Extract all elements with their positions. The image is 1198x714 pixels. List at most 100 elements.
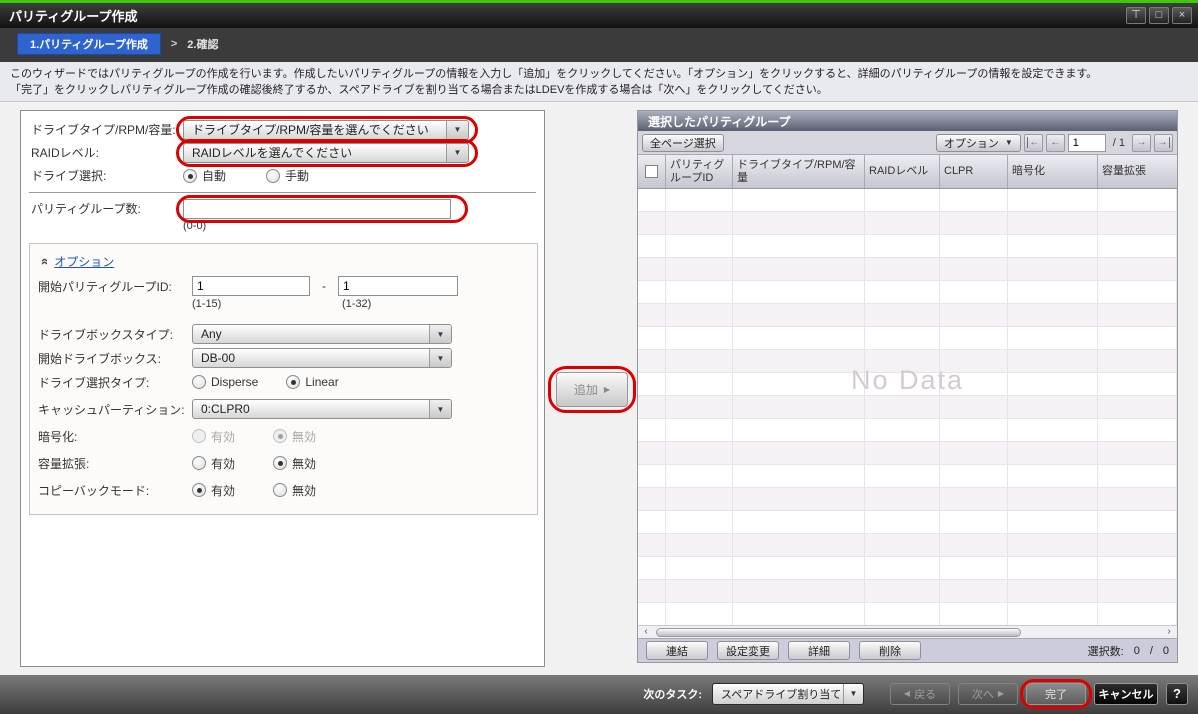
- scroll-right-icon[interactable]: ›: [1164, 627, 1174, 637]
- table-row: [638, 235, 1177, 258]
- column-header-drive-type[interactable]: ドライブタイプ/RPM/容量: [733, 155, 865, 188]
- table-row: [638, 212, 1177, 235]
- last-page-button[interactable]: →: [1154, 133, 1173, 152]
- parity-group-count-input[interactable]: [183, 198, 451, 219]
- table-row: [638, 327, 1177, 350]
- radio-icon: [192, 456, 206, 470]
- radio-selected-icon: [192, 483, 206, 497]
- radio-selected-icon: [273, 429, 288, 443]
- step-1-active: 1.パリティグループ作成: [17, 33, 161, 55]
- scrollbar-thumb[interactable]: [656, 627, 1022, 637]
- raid-level-select[interactable]: RAIDレベルを選んでください ▼: [183, 142, 469, 163]
- capacity-expansion-disable-radio[interactable]: 無効: [273, 455, 316, 472]
- first-page-button[interactable]: ←: [1023, 133, 1043, 152]
- cancel-button[interactable]: キャンセル: [1094, 682, 1158, 705]
- close-window-icon[interactable]: ×: [1172, 7, 1192, 24]
- range-separator: -: [322, 279, 326, 293]
- column-header-clpr[interactable]: CLPR: [940, 155, 1008, 188]
- back-button[interactable]: ◀ 戻る: [890, 682, 950, 705]
- scrollbar-track[interactable]: [654, 627, 1161, 637]
- drive-type-select[interactable]: ドライブタイプ/RPM/容量を選んでください ▼: [183, 119, 469, 140]
- table-body: No Data: [638, 189, 1177, 625]
- breadcrumb-separator: >: [170, 38, 178, 50]
- drive-box-type-select[interactable]: Any ▼: [192, 324, 452, 344]
- table-row: [638, 580, 1177, 603]
- chevron-down-icon[interactable]: ▼: [446, 143, 468, 162]
- next-button[interactable]: 次へ ▶: [958, 682, 1018, 705]
- title-bar: パリティグループ作成 ⊤ □ ×: [0, 3, 1198, 28]
- add-button[interactable]: 追加 ▶: [556, 372, 628, 407]
- back-arrow-icon: ◀: [903, 689, 911, 698]
- table-row: [638, 281, 1177, 304]
- start-drive-box-select[interactable]: DB-00 ▼: [192, 348, 452, 368]
- start-drive-box-label: 開始ドライブボックス:: [38, 351, 161, 366]
- table-row: [638, 603, 1177, 625]
- drive-selection-type-label: ドライブ選択タイプ:: [38, 375, 150, 390]
- help-button[interactable]: ?: [1166, 682, 1188, 705]
- maximize-window-icon[interactable]: □: [1149, 7, 1169, 24]
- wizard-steps-bar: 1.パリティグループ作成 > 2.確認: [0, 28, 1198, 62]
- radio-selected-icon: [183, 168, 197, 183]
- page-total-label: / 1: [1112, 136, 1125, 149]
- table-row: [638, 396, 1177, 419]
- rollup-window-icon[interactable]: ⊤: [1126, 7, 1146, 24]
- table-row: [638, 304, 1177, 327]
- wizard-content: ドライブタイプ/RPM/容量: ドライブタイプ/RPM/容量を選んでください ▼…: [0, 102, 1198, 675]
- radio-icon: [266, 168, 281, 183]
- next-page-button[interactable]: →: [1132, 133, 1151, 152]
- drive-selection-auto-radio[interactable]: 自動: [183, 167, 226, 184]
- delete-button[interactable]: 削除: [859, 641, 921, 660]
- cache-partition-select[interactable]: 0:CLPR0 ▼: [192, 399, 452, 419]
- parity-group-form-panel: ドライブタイプ/RPM/容量: ドライブタイプ/RPM/容量を選んでください ▼…: [20, 110, 545, 667]
- select-all-checkbox[interactable]: [645, 165, 658, 178]
- copy-back-mode-enable-radio[interactable]: 有効: [192, 482, 235, 499]
- options-toggle-link[interactable]: オプション: [54, 253, 114, 270]
- start-id-to-hint: (1-32): [342, 298, 372, 310]
- next-arrow-icon: ▶: [997, 689, 1005, 698]
- encryption-label: 暗号化:: [38, 429, 78, 444]
- radio-selected-icon: [273, 456, 288, 470]
- table-row: [638, 419, 1177, 442]
- wizard-description: このウィザードではパリティグループの作成を行います。作成したいパリティグループの…: [0, 62, 1198, 102]
- previous-page-button[interactable]: ←: [1045, 133, 1065, 152]
- change-settings-button[interactable]: 設定変更: [717, 641, 779, 660]
- drive-selection-type-disperse-radio[interactable]: Disperse: [192, 375, 258, 389]
- start-parity-group-id-to-input[interactable]: [338, 276, 458, 296]
- drive-selection-type-linear-radio[interactable]: Linear: [286, 375, 339, 389]
- detail-button[interactable]: 詳細: [788, 641, 850, 660]
- chevron-down-icon[interactable]: ▼: [429, 400, 451, 418]
- next-task-select[interactable]: スペアドライブ割り当て ▼: [712, 682, 864, 705]
- finish-button[interactable]: 完了: [1026, 682, 1086, 705]
- chevron-down-icon[interactable]: ▼: [429, 325, 451, 343]
- table-row: [638, 465, 1177, 488]
- copy-back-mode-disable-radio[interactable]: 無効: [273, 482, 316, 499]
- start-parity-group-id-from-input[interactable]: [192, 276, 310, 296]
- table-row: [638, 511, 1177, 534]
- concatenate-button[interactable]: 連結: [646, 641, 708, 660]
- window-title: パリティグループ作成: [9, 9, 138, 24]
- start-parity-group-id-label: 開始パリティグループID:: [38, 279, 172, 294]
- breadcrumb: 1.パリティグループ作成 > 2.確認: [17, 33, 218, 55]
- radio-icon: [273, 483, 288, 497]
- drive-selection-manual-radio[interactable]: 手動: [266, 167, 309, 184]
- chevron-down-icon[interactable]: ▼: [446, 120, 468, 139]
- drive-type-label: ドライブタイプ/RPM/容量:: [31, 123, 176, 137]
- select-all-pages-button[interactable]: 全ページ選択: [642, 133, 724, 152]
- table-options-button[interactable]: オプション ▼: [935, 133, 1021, 152]
- column-header-raid-level[interactable]: RAIDレベル: [865, 155, 940, 188]
- description-line-1: このウィザードではパリティグループの作成を行います。作成したいパリティグループの…: [10, 68, 1098, 80]
- chevron-down-icon: ▼: [1004, 138, 1013, 147]
- column-header-parity-group-id[interactable]: パリティグループID: [666, 155, 733, 188]
- column-header-encryption[interactable]: 暗号化: [1008, 155, 1098, 188]
- step-2: 2.確認: [187, 39, 219, 51]
- selected-count: 選択数: 0 / 0: [1087, 644, 1169, 658]
- radio-icon: [192, 375, 206, 389]
- collapse-chevron-icon[interactable]: »: [36, 257, 51, 264]
- scroll-left-icon[interactable]: ‹: [641, 627, 651, 637]
- column-header-capacity-expansion[interactable]: 容量拡張: [1098, 155, 1177, 188]
- page-number-input[interactable]: [1067, 133, 1106, 152]
- chevron-down-icon[interactable]: ▼: [429, 349, 451, 367]
- table-row: [638, 488, 1177, 511]
- capacity-expansion-enable-radio[interactable]: 有効: [192, 455, 235, 472]
- cache-partition-label: キャッシュパーティション:: [38, 402, 185, 417]
